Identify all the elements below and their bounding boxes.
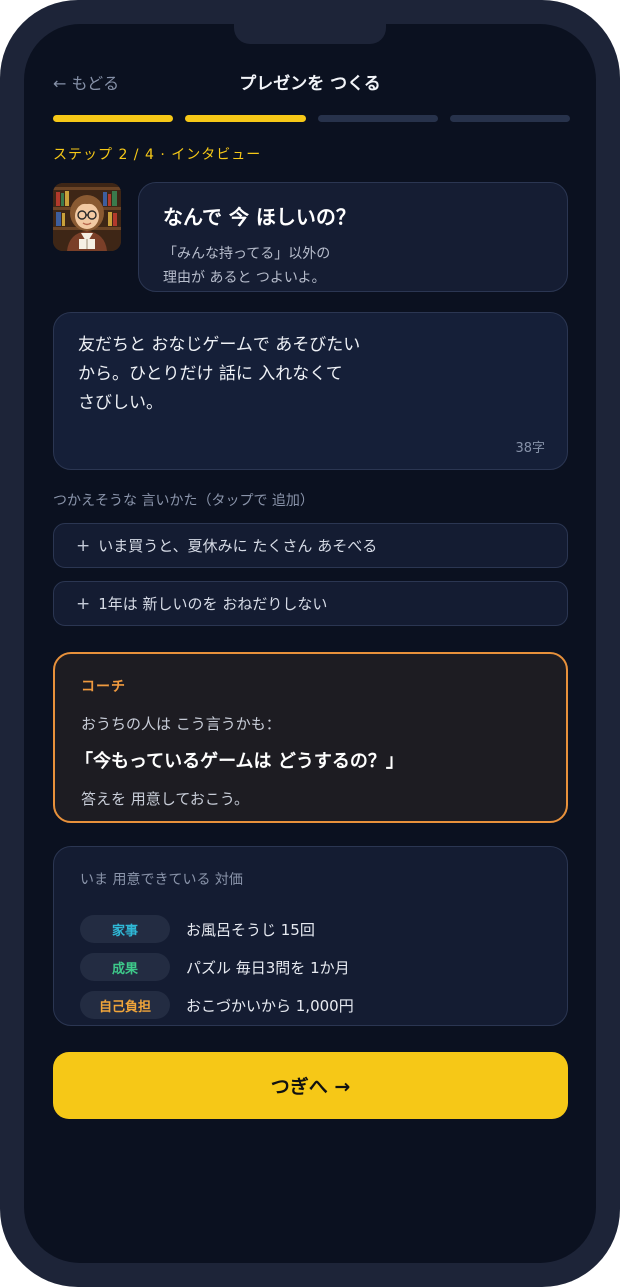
page-title: プレゼンを つくる xyxy=(239,74,381,94)
progress-segment-3 xyxy=(317,115,438,122)
question-hint-line: 理由が あると つよいよ。 xyxy=(163,270,326,286)
answer-textarea[interactable]: 友だちと おなじゲームで あそびたい から。ひとりだけ 話に 入れなくて さびし… xyxy=(53,312,568,470)
answer-text: 友だちと おなじゲームで あそびたい から。ひとりだけ 話に 入れなくて さびし… xyxy=(78,331,543,418)
offer-text: パズル 毎日3問を 1か月 xyxy=(186,958,350,977)
offer-tag: 自己負担 xyxy=(80,991,170,1019)
offer-tag: 家事 xyxy=(80,915,170,943)
next-button[interactable]: つぎへ → xyxy=(53,1052,568,1119)
coach-tip: 答えを 用意しておこう。 xyxy=(81,790,249,808)
suggestion-chip[interactable]: + 1年は 新しいのを おねだりしない xyxy=(53,581,568,626)
question-title: なんで 今 ほしいの？ xyxy=(163,205,356,229)
coach-card: コーチ おうちの人は こう言うかも： 「今もっているゲームは どうするの？」 答… xyxy=(53,652,568,823)
librarian-avatar-icon xyxy=(53,183,121,251)
suggestions-heading: つかえそうな 言いかた（タップで 追加） xyxy=(53,493,314,509)
progress-segment-4 xyxy=(449,115,570,122)
answer-line: さびしい。 xyxy=(78,393,163,413)
coach-quote: 「今もっているゲームは どうするの？」 xyxy=(75,751,404,772)
suggestion-text: いま買うと、夏休みに たくさん あそべる xyxy=(98,537,378,555)
character-count: 38字 xyxy=(515,441,545,456)
offer-text: お風呂そうじ 15回 xyxy=(186,920,315,939)
device-notch xyxy=(234,24,386,44)
offers-card: いま 用意できている 対価 家事 お風呂そうじ 15回 成果 パズル 毎日3問を… xyxy=(53,846,568,1026)
step-label: ステップ 2 / 4 · インタビュー xyxy=(53,147,262,163)
answer-line: 友だちと おなじゲームで あそびたい xyxy=(78,335,361,355)
phone-frame: ← もどる プレゼンを つくる ステップ 2 / 4 · インタビュー なんで … xyxy=(0,0,620,1287)
suggestion-text: 1年は 新しいのを おねだりしない xyxy=(98,595,328,613)
app-screen: ← もどる プレゼンを つくる ステップ 2 / 4 · インタビュー なんで … xyxy=(24,24,596,1263)
offer-row: 成果 パズル 毎日3問を 1か月 xyxy=(80,953,350,981)
step-progress-bar xyxy=(53,115,570,122)
coach-intro: おうちの人は こう言うかも： xyxy=(81,715,281,733)
suggestion-chip[interactable]: + いま買うと、夏休みに たくさん あそべる xyxy=(53,523,568,568)
progress-segment-1 xyxy=(53,115,174,122)
offers-title: いま 用意できている 対価 xyxy=(80,872,243,888)
offer-text: おこづかいから 1,000円 xyxy=(186,996,354,1015)
plus-icon: + xyxy=(76,535,91,556)
coach-label: コーチ xyxy=(81,679,126,695)
answer-line: から。ひとりだけ 話に 入れなくて xyxy=(78,364,343,384)
offer-row: 家事 お風呂そうじ 15回 xyxy=(80,915,315,943)
progress-segment-2 xyxy=(185,115,306,122)
plus-icon: + xyxy=(76,593,91,614)
offer-tag: 成果 xyxy=(80,953,170,981)
question-hint-line: 「みんな持ってる」以外の xyxy=(163,246,331,262)
offer-row: 自己負担 おこづかいから 1,000円 xyxy=(80,991,354,1019)
question-bubble: なんで 今 ほしいの？ 「みんな持ってる」以外の 理由が あると つよいよ。 xyxy=(138,182,568,292)
question-hint: 「みんな持ってる」以外の 理由が あると つよいよ。 xyxy=(163,242,543,290)
